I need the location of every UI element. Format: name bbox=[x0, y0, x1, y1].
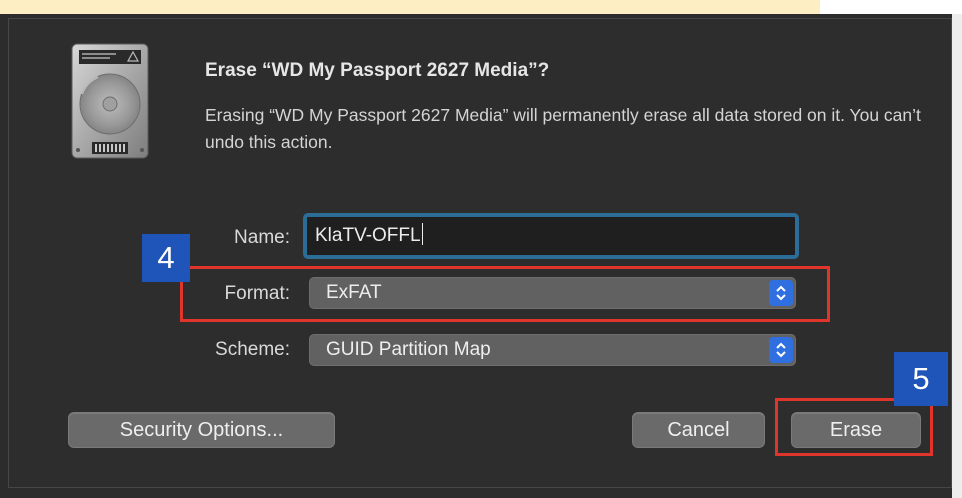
format-highlight-box bbox=[180, 266, 830, 322]
scheme-select[interactable]: GUID Partition Map bbox=[309, 334, 796, 366]
scheme-select-value: GUID Partition Map bbox=[326, 339, 491, 360]
step-4-badge: 4 bbox=[142, 234, 190, 282]
background-edge bbox=[952, 14, 962, 498]
security-options-button[interactable]: Security Options... bbox=[68, 412, 335, 448]
chevron-up-down-icon bbox=[769, 337, 793, 363]
cancel-button[interactable]: Cancel bbox=[632, 412, 765, 448]
dialog-title: Erase “WD My Passport 2627 Media”? bbox=[205, 60, 550, 81]
name-field-value: KlaTV-OFFL bbox=[315, 225, 421, 246]
external-hard-disk-icon bbox=[70, 42, 150, 160]
step-5-badge: 5 bbox=[894, 352, 948, 406]
background-strip bbox=[0, 0, 820, 14]
name-field[interactable]: KlaTV-OFFL bbox=[303, 213, 799, 259]
name-label: Name: bbox=[234, 227, 290, 248]
dialog-message: Erasing “WD My Passport 2627 Media” will… bbox=[205, 105, 921, 152]
erase-highlight-box bbox=[775, 398, 933, 456]
text-caret bbox=[421, 223, 423, 245]
scheme-label: Scheme: bbox=[215, 339, 290, 360]
